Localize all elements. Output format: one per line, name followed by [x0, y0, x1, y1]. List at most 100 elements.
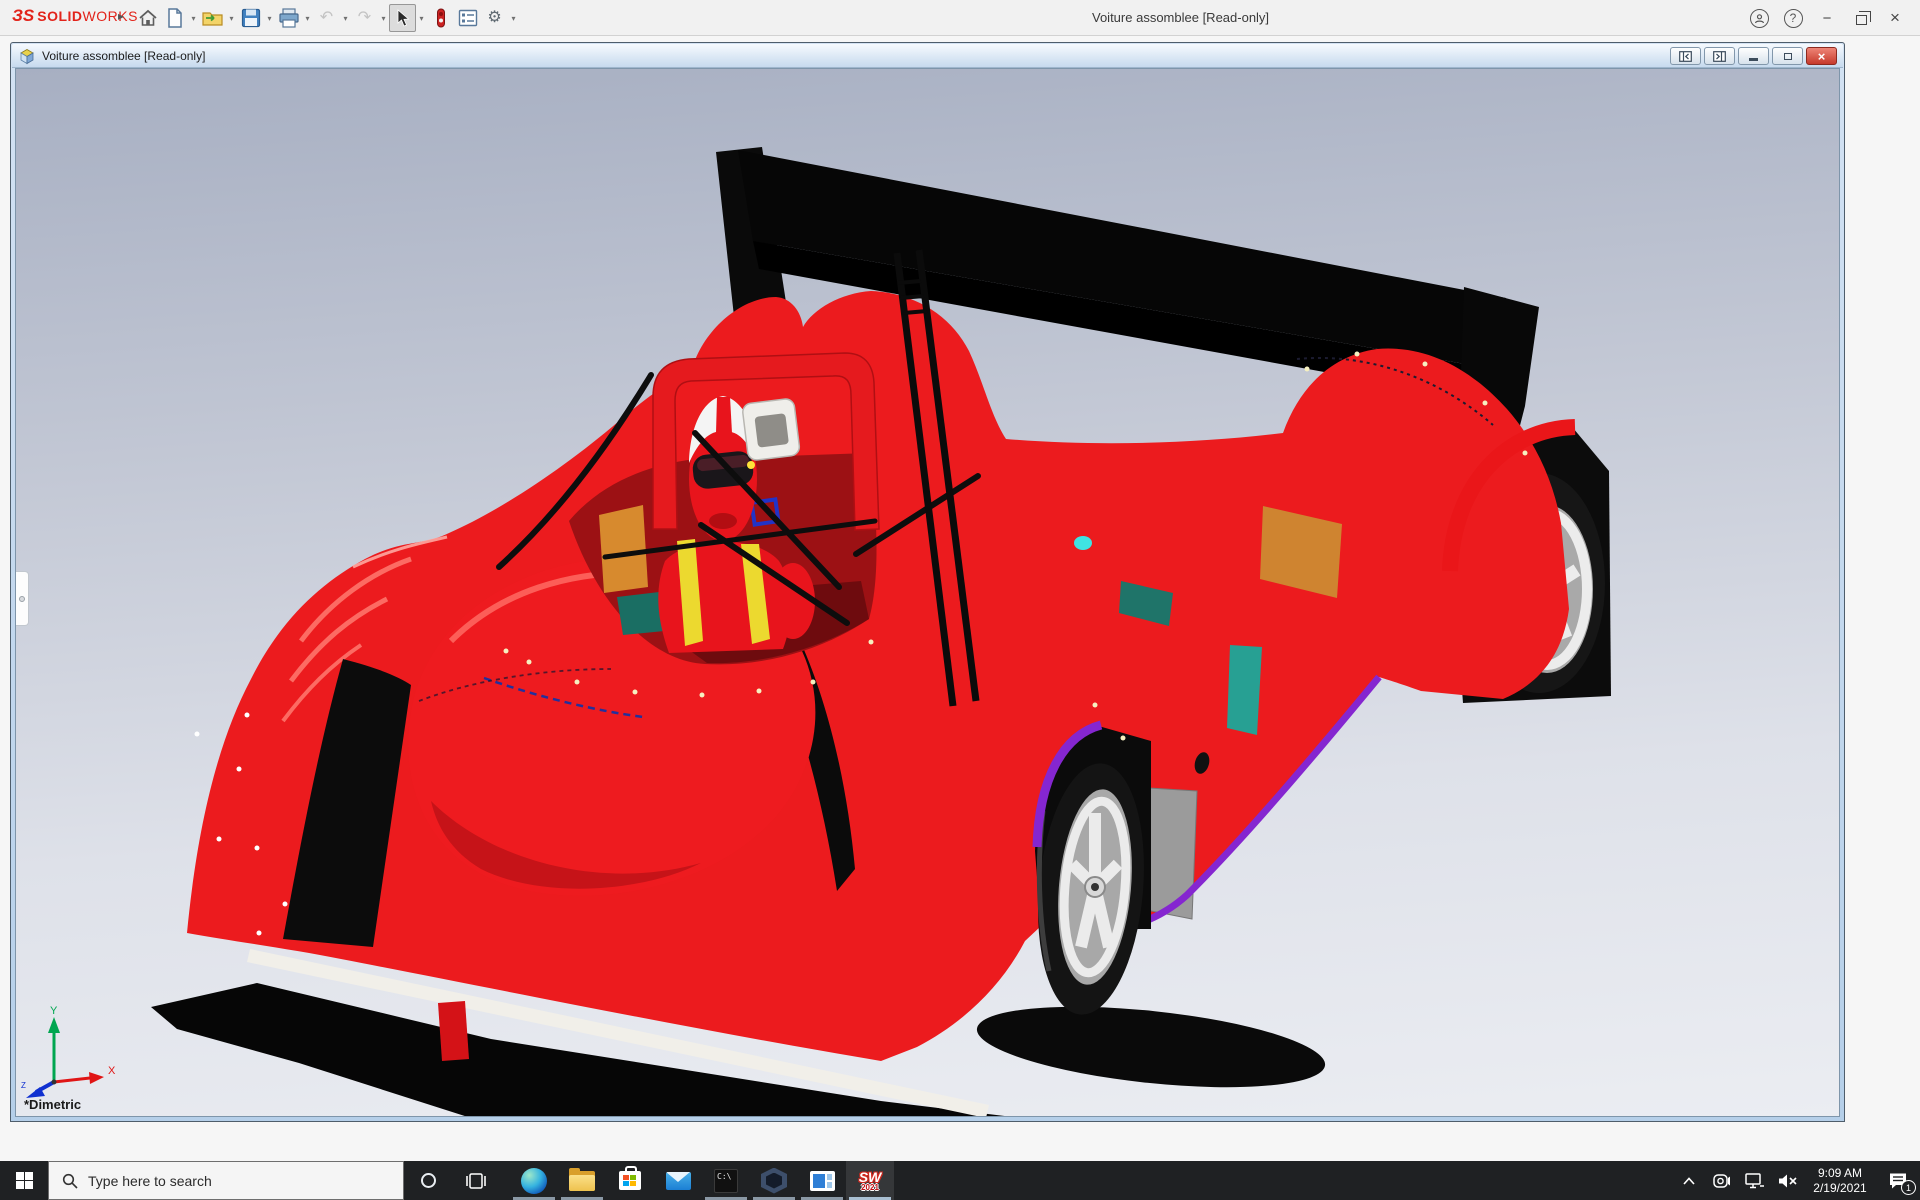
windows-logo-icon [16, 1172, 33, 1189]
window-app-icon [810, 1171, 835, 1191]
clock-date: 2/19/2021 [1804, 1181, 1876, 1196]
cockpit-orange-panel [599, 505, 648, 593]
volume-muted-icon [1778, 1173, 1798, 1189]
select-cursor-icon [395, 9, 411, 27]
redo-icon: ↷ [358, 10, 371, 26]
undo-caret[interactable]: ▾ [340, 14, 351, 23]
feature-tree-collapse-tab[interactable] [16, 571, 29, 626]
meet-now-button[interactable] [1705, 1173, 1738, 1189]
select-tool-caret[interactable]: ▾ [416, 14, 427, 23]
action-center-button[interactable]: 1 [1876, 1161, 1920, 1200]
task-view-icon [466, 1173, 486, 1189]
taskbar-edrawings[interactable] [750, 1161, 798, 1200]
rear-view-mirror[interactable] [742, 398, 801, 461]
doc-minimize-button[interactable] [1738, 47, 1769, 65]
cortana-button[interactable] [404, 1161, 452, 1200]
redo-button[interactable]: ↷ [351, 4, 378, 32]
taskbar-edge[interactable] [510, 1161, 558, 1200]
save-caret[interactable]: ▾ [264, 14, 275, 23]
z-axis-label: Z [21, 1081, 26, 1090]
network-button[interactable] [1738, 1173, 1771, 1189]
assembly-document-icon [18, 47, 36, 65]
new-document-button[interactable] [161, 4, 188, 32]
file-explorer-icon [569, 1171, 595, 1191]
taskbar-store[interactable] [606, 1161, 654, 1200]
display-options-button[interactable] [454, 4, 481, 32]
taskbar-command-prompt[interactable]: C:\ [702, 1161, 750, 1200]
show-left-pane-button[interactable] [1670, 47, 1701, 65]
taskbar-solidworks[interactable]: SW 2021 [846, 1161, 894, 1200]
print-caret[interactable]: ▾ [302, 14, 313, 23]
graphics-viewport[interactable]: Y X Z *Dimetric [15, 68, 1840, 1117]
task-view-button[interactable] [452, 1161, 500, 1200]
taskbar-clock[interactable]: 9:09 AM 2/19/2021 [1804, 1166, 1876, 1196]
document-window-controls: × [1670, 47, 1837, 65]
volume-button[interactable] [1771, 1173, 1804, 1189]
solidworks-2021-icon: SW 2021 [859, 1170, 882, 1192]
redo-caret[interactable]: ▾ [378, 14, 389, 23]
y-axis-label: Y [50, 1005, 58, 1017]
windows-taskbar: C:\ SW 2021 [0, 1161, 1920, 1200]
right-pane-icon [1713, 51, 1726, 62]
left-pane-icon [1679, 51, 1692, 62]
show-right-pane-button[interactable] [1704, 47, 1735, 65]
gear-icon: ⚙ [487, 10, 501, 26]
search-icon [62, 1173, 78, 1189]
search-input[interactable] [88, 1173, 368, 1189]
print-icon [278, 8, 300, 28]
document-titlebar[interactable]: Voiture assomblee [Read-only] [12, 44, 1843, 68]
app-titlebar: ЗS SOLID WORKS ▸ ▾ [0, 0, 1920, 36]
document-window: Voiture assomblee [Read-only] [10, 42, 1845, 1122]
document-title: Voiture assomblee [Read-only] [42, 49, 205, 63]
app-minimize-button[interactable]: − [1810, 3, 1844, 33]
orientation-triad: Y X Z [20, 1004, 130, 1099]
undo-button[interactable]: ↶ [313, 4, 340, 32]
app-restore-button[interactable] [1844, 3, 1878, 33]
doc-restore-button[interactable] [1772, 47, 1803, 65]
help-button[interactable]: ? [1776, 3, 1810, 33]
open-button[interactable] [199, 4, 226, 32]
new-document-caret[interactable]: ▾ [188, 14, 199, 23]
cortana-icon [421, 1173, 436, 1188]
options-button[interactable]: ⚙ [481, 4, 508, 32]
home-button[interactable] [134, 4, 161, 32]
network-icon [1745, 1173, 1764, 1189]
system-tray: 9:09 AM 2/19/2021 1 [1672, 1161, 1920, 1200]
quick-access-toolbar: ▾ ▾ ▾ ▾ [134, 2, 519, 34]
start-button[interactable] [0, 1161, 48, 1200]
app-window-controls: ? − × [1742, 0, 1912, 36]
car-body[interactable] [187, 291, 1575, 1061]
options-caret[interactable]: ▾ [508, 14, 519, 23]
doc-close-button[interactable]: × [1806, 47, 1837, 65]
taskbar-search[interactable] [48, 1161, 404, 1200]
chevron-up-icon [1683, 1177, 1695, 1185]
undo-icon: ↶ [320, 10, 333, 26]
display-options-icon [458, 8, 478, 28]
microsoft-store-icon [619, 1171, 641, 1190]
help-icon: ? [1784, 9, 1803, 28]
tray-overflow-button[interactable] [1672, 1177, 1705, 1185]
clock-time: 9:09 AM [1804, 1166, 1876, 1181]
taskbar-file-explorer[interactable] [558, 1161, 606, 1200]
open-caret[interactable]: ▾ [226, 14, 237, 23]
edge-icon [521, 1168, 547, 1194]
ds-logo-icon: ЗS [12, 6, 34, 26]
mail-icon [666, 1172, 691, 1190]
selection-filter-button[interactable] [427, 4, 454, 32]
select-tool-button[interactable] [389, 4, 416, 32]
taskbar-mail[interactable] [654, 1161, 702, 1200]
print-button[interactable] [275, 4, 302, 32]
save-button[interactable] [237, 4, 264, 32]
taskbar-window-app[interactable] [798, 1161, 846, 1200]
restore-icon [1784, 53, 1792, 60]
x-axis-label: X [108, 1065, 116, 1077]
app-title: Voiture assomblee [Read-only] [1092, 10, 1269, 25]
car-assembly-model[interactable] [16, 69, 1840, 1117]
notification-badge: 1 [1901, 1180, 1916, 1195]
new-document-icon [166, 8, 184, 28]
home-icon [138, 8, 158, 28]
account-button[interactable] [1742, 3, 1776, 33]
app-close-button[interactable]: × [1878, 3, 1912, 33]
toolbar-flyout-arrow-icon[interactable]: ▸ [118, 9, 124, 23]
command-prompt-icon: C:\ [714, 1169, 738, 1193]
